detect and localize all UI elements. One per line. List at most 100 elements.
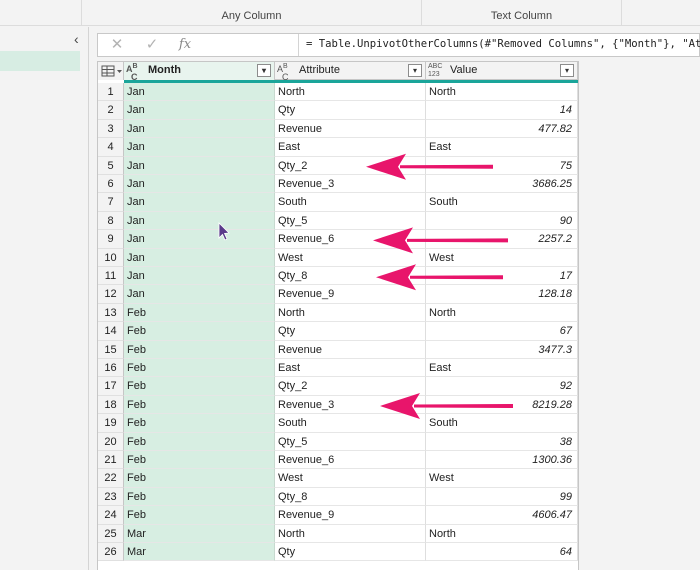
row-number[interactable]: 13 [98,303,124,323]
cell-month[interactable]: Jan [124,119,275,139]
cell-month[interactable]: Jan [124,175,275,194]
cell-attribute[interactable]: South [275,414,426,433]
cell-attribute[interactable]: Revenue_3 [275,395,426,415]
cell-month[interactable]: Jan [124,193,275,212]
cell-value[interactable]: 8219.28 [426,395,578,415]
cell-attribute[interactable]: Qty_5 [275,432,426,451]
cell-month[interactable]: Jan [124,156,275,175]
row-number[interactable]: 10 [98,248,124,267]
fx-icon[interactable]: fx [174,36,196,54]
row-number[interactable]: 7 [98,193,124,212]
cell-value[interactable]: 14 [426,101,578,120]
row-number[interactable]: 26 [98,543,124,562]
cell-value[interactable]: East [426,138,578,157]
cell-month[interactable]: Jan [124,248,275,267]
check-icon[interactable]: ✓ [141,36,163,54]
collapse-pane-icon[interactable]: ‹ [74,31,79,47]
cell-month[interactable]: Mar [124,543,275,562]
table-menu-icon[interactable] [98,62,124,80]
cell-attribute[interactable]: Revenue_3 [275,175,426,194]
row-number[interactable]: 21 [98,451,124,470]
cell-month[interactable]: Jan [124,138,275,157]
cell-value[interactable]: East [426,359,578,378]
cell-month[interactable]: Feb [124,432,275,451]
row-number[interactable]: 6 [98,175,124,194]
formula-input[interactable]: = Table.UnpivotOtherColumns(#"Removed Co… [306,38,700,50]
cell-attribute[interactable]: East [275,138,426,157]
cell-attribute[interactable]: West [275,469,426,488]
cell-attribute[interactable]: Revenue_9 [275,506,426,525]
cell-value[interactable]: 64 [426,543,578,562]
cell-attribute[interactable]: West [275,248,426,267]
row-number[interactable]: 15 [98,340,124,359]
cell-value[interactable]: 2257.2 [426,230,578,249]
cell-month[interactable]: Mar [124,524,275,543]
any-type-icon[interactable]: ABC 123 [428,63,442,79]
cell-month[interactable]: Feb [124,322,275,341]
row-number[interactable]: 14 [98,322,124,341]
cell-month[interactable]: Feb [124,451,275,470]
cell-month[interactable]: Feb [124,506,275,525]
cell-value[interactable]: 477.82 [426,119,578,139]
row-number[interactable]: 19 [98,414,124,433]
cell-month[interactable]: Jan [124,101,275,120]
row-number[interactable]: 8 [98,211,124,231]
row-number[interactable]: 23 [98,487,124,507]
cell-attribute[interactable]: South [275,193,426,212]
cell-attribute[interactable]: Revenue_6 [275,230,426,249]
row-number[interactable]: 25 [98,524,124,543]
cell-month[interactable]: Jan [124,83,275,102]
filter-dropdown-icon[interactable]: ▾ [408,64,422,77]
cell-attribute[interactable]: Revenue_9 [275,285,426,304]
cell-attribute[interactable]: Qty_5 [275,211,426,231]
cell-month[interactable]: Feb [124,395,275,415]
cell-value[interactable]: 67 [426,322,578,341]
row-number[interactable]: 12 [98,285,124,304]
text-type-icon[interactable]: AB C [126,63,138,82]
column-header-value[interactable]: ABC 123 Value ▾ [426,62,578,80]
row-number[interactable]: 17 [98,377,124,396]
cell-month[interactable]: Jan [124,285,275,304]
cell-value[interactable]: 38 [426,432,578,451]
cell-month[interactable]: Feb [124,377,275,396]
cell-attribute[interactable]: Revenue_6 [275,451,426,470]
cell-value[interactable]: 90 [426,211,578,231]
row-number[interactable]: 1 [98,83,124,102]
cell-value[interactable]: North [426,83,578,102]
cell-value[interactable]: South [426,193,578,212]
row-number[interactable]: 18 [98,395,124,415]
row-number[interactable]: 5 [98,156,124,175]
cell-value[interactable]: 75 [426,156,578,175]
cell-attribute[interactable]: Qty [275,543,426,562]
cell-attribute[interactable]: Qty [275,101,426,120]
cell-value[interactable]: North [426,524,578,543]
row-number[interactable]: 3 [98,119,124,139]
cell-attribute[interactable]: North [275,83,426,102]
cell-month[interactable]: Jan [124,230,275,249]
cell-month[interactable]: Feb [124,303,275,323]
cell-attribute[interactable]: Qty [275,322,426,341]
cell-month[interactable]: Jan [124,267,275,286]
cell-value[interactable]: 99 [426,487,578,507]
cell-attribute[interactable]: North [275,524,426,543]
cell-value[interactable]: North [426,303,578,323]
cell-month[interactable]: Feb [124,487,275,507]
column-header-attribute[interactable]: AB C Attribute ▾ [275,62,426,82]
filter-dropdown-icon[interactable]: ▾ [257,64,271,77]
row-number[interactable]: 4 [98,138,124,157]
cell-month[interactable]: Feb [124,414,275,433]
cell-month[interactable]: Jan [124,211,275,231]
row-number[interactable]: 9 [98,230,124,249]
cell-attribute[interactable]: Qty_8 [275,267,426,286]
cell-month[interactable]: Feb [124,359,275,378]
x-icon[interactable]: ✕ [106,36,128,54]
cell-attribute[interactable]: North [275,303,426,323]
text-type-icon[interactable]: AB C [277,63,289,82]
cell-value[interactable]: West [426,469,578,488]
cell-month[interactable]: Feb [124,340,275,359]
cell-value[interactable]: 4606.47 [426,506,578,525]
row-number[interactable]: 22 [98,469,124,488]
column-header-month[interactable]: AB C Month ▾ [124,62,275,82]
cell-value[interactable]: 1300.36 [426,451,578,470]
cell-value[interactable]: 3686.25 [426,175,578,194]
